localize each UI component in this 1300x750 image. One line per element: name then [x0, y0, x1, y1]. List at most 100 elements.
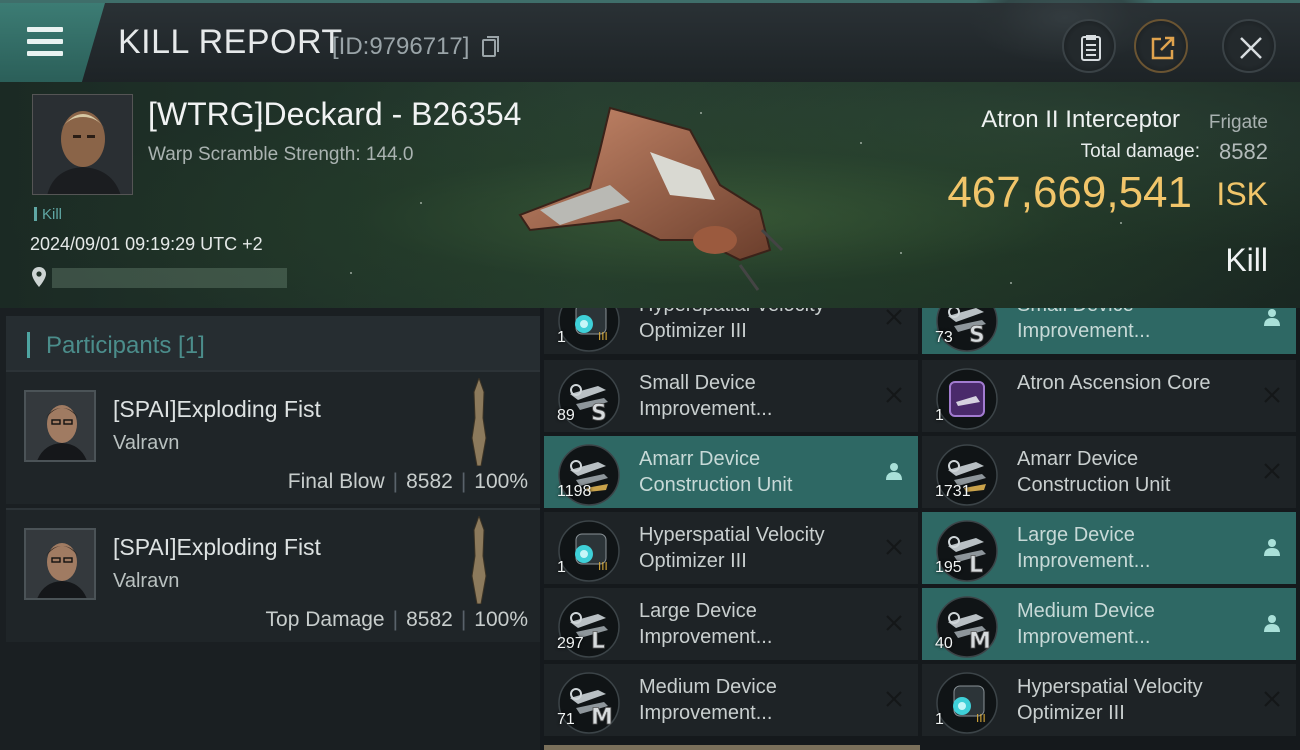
item-quantity: 89 — [557, 407, 575, 424]
item-quantity: 1 — [935, 711, 944, 728]
item-icon: III — [558, 308, 620, 352]
close-button[interactable] — [1222, 19, 1276, 73]
item-icon: III — [936, 672, 998, 734]
svg-text:III: III — [598, 560, 608, 573]
victim-name[interactable]: [WTRG]Deckard - B26354 — [148, 96, 521, 133]
destroyed-x-icon — [886, 691, 902, 707]
participant-avatar[interactable] — [24, 528, 96, 600]
clipboard-icon — [1081, 35, 1101, 61]
item-name: Atron Ascension Core — [1017, 372, 1211, 394]
participant-row[interactable]: [SPAI]Exploding Fist Valravn Top Damage |… — [6, 508, 540, 642]
participant-avatar[interactable] — [24, 390, 96, 462]
total-damage-value: 8582 — [1219, 139, 1268, 164]
scroll-indicator — [544, 745, 920, 750]
item-quantity: 1198 — [557, 483, 592, 500]
item-quantity: 71 — [557, 711, 575, 728]
location-redacted — [52, 268, 287, 288]
share-button[interactable] — [1134, 19, 1188, 73]
hyperspatial-optimizer-icon: III — [558, 308, 620, 352]
item-tile[interactable]: L 297 Large Device Improvement... — [544, 588, 918, 660]
location-pin-icon — [32, 267, 46, 287]
item-quantity: 73 — [935, 329, 953, 346]
item-tile[interactable]: S 73 Small Device Improvement... — [922, 308, 1296, 354]
person-icon — [1264, 615, 1280, 632]
item-name: Medium Device Improvement... — [639, 676, 777, 724]
destroyed-x-icon — [886, 615, 902, 631]
item-tile[interactable]: 1731 Amarr Device Construction Unit — [922, 436, 1296, 508]
items-grid[interactable]: III 1 Hyperspatial Velocity Optimizer III S… — [544, 308, 1300, 750]
destroyed-x-icon — [1264, 691, 1280, 707]
participant-corp[interactable]: Valravn — [113, 570, 179, 593]
item-quantity: 1 — [557, 329, 566, 346]
victim-portrait[interactable] — [32, 94, 133, 195]
svg-text:M: M — [969, 629, 991, 654]
participant-damage: 8582 — [406, 470, 453, 493]
svg-text:S: S — [591, 401, 607, 426]
item-tile[interactable]: M 71 Medium Device Improvement... — [544, 664, 918, 736]
person-icon — [886, 463, 902, 480]
clipboard-button[interactable] — [1062, 19, 1116, 73]
share-icon — [1151, 36, 1175, 60]
participant-stats: Final Blow | 8582 | 100% — [287, 470, 528, 493]
destroyed-x-icon — [1264, 387, 1280, 403]
victim-avatar-icon — [33, 95, 132, 194]
report-id: [ID:9796717] — [332, 33, 470, 60]
item-quantity: 1731 — [935, 483, 971, 500]
svg-text:L: L — [591, 629, 605, 654]
participant-name[interactable]: [SPAI]Exploding Fist — [113, 534, 321, 561]
item-tile[interactable]: 1 Atron Ascension Core — [922, 360, 1296, 432]
victim-banner: [WTRG]Deckard - B26354 Warp Scramble Str… — [0, 82, 1300, 308]
result-label: Kill — [1225, 242, 1268, 278]
destroyed-x-icon — [886, 539, 902, 555]
item-name: Medium Device Improvement... — [1017, 600, 1155, 648]
participant-avatar-icon — [26, 530, 94, 598]
isk-unit: ISK — [1216, 176, 1268, 212]
person-icon — [1264, 539, 1280, 556]
item-tile[interactable]: III 1 Hyperspatial Velocity Optimizer III — [922, 664, 1296, 736]
participant-name[interactable]: [SPAI]Exploding Fist — [113, 396, 321, 423]
ship-name[interactable]: Atron II Interceptor — [981, 106, 1180, 134]
participant-role: Final Blow — [287, 470, 385, 493]
ascension-core-icon — [936, 368, 998, 430]
item-quantity: 195 — [935, 559, 962, 576]
item-tile[interactable]: 1198 Amarr Device Construction Unit — [544, 436, 918, 508]
item-name: Large Device Improvement... — [1017, 524, 1151, 572]
participant-role: Top Damage — [265, 608, 385, 631]
participant-row[interactable]: [SPAI]Exploding Fist Valravn Final Blow |… — [6, 370, 540, 504]
warp-scramble-strength: Warp Scramble Strength: 144.0 — [148, 144, 414, 165]
kill-tag: Kill — [34, 206, 62, 223]
top-bar: KILL REPORT [ID:9796717] — [0, 0, 1300, 82]
participants-header[interactable]: Participants [1] — [6, 316, 540, 372]
svg-text:L: L — [969, 553, 983, 578]
item-name: Amarr Device Construction Unit — [639, 448, 793, 496]
isk-value: 467,669,541 — [947, 168, 1192, 217]
participant-percent: 100% — [474, 608, 528, 631]
participant-corp[interactable]: Valravn — [113, 432, 179, 455]
item-quantity: 1 — [935, 407, 944, 424]
item-tile[interactable]: L 195 Large Device Improvement... — [922, 512, 1296, 584]
svg-text:S: S — [969, 323, 985, 348]
svg-text:M: M — [591, 705, 613, 730]
hyperspatial-optimizer-icon: III — [936, 672, 998, 734]
item-tile[interactable]: M 40 Medium Device Improvement... — [922, 588, 1296, 660]
menu-button[interactable] — [0, 3, 105, 82]
participants-title: Participants [1] — [46, 332, 205, 359]
item-quantity: 297 — [557, 635, 584, 652]
person-icon — [1264, 309, 1280, 326]
item-name: Amarr Device Construction Unit — [1017, 448, 1171, 496]
item-quantity: 1 — [557, 559, 566, 576]
participants-accent — [27, 332, 30, 358]
item-name: Hyperspatial Velocity Optimizer III — [639, 308, 825, 342]
item-tile[interactable]: III 1 Hyperspatial Velocity Optimizer III — [544, 308, 918, 354]
participant-ship-icon — [471, 516, 487, 604]
hyperspatial-optimizer-icon: III — [558, 520, 620, 582]
item-icon: III — [558, 520, 620, 582]
copy-icon[interactable] — [482, 36, 499, 57]
destroyed-x-icon — [886, 309, 902, 325]
hamburger-icon — [27, 27, 63, 57]
item-quantity: 40 — [935, 635, 953, 652]
item-tile[interactable]: III 1 Hyperspatial Velocity Optimizer III — [544, 512, 918, 584]
item-name: Large Device Improvement... — [639, 600, 773, 648]
item-name: Small Device Improvement... — [639, 372, 773, 420]
item-tile[interactable]: S 89 Small Device Improvement... — [544, 360, 918, 432]
